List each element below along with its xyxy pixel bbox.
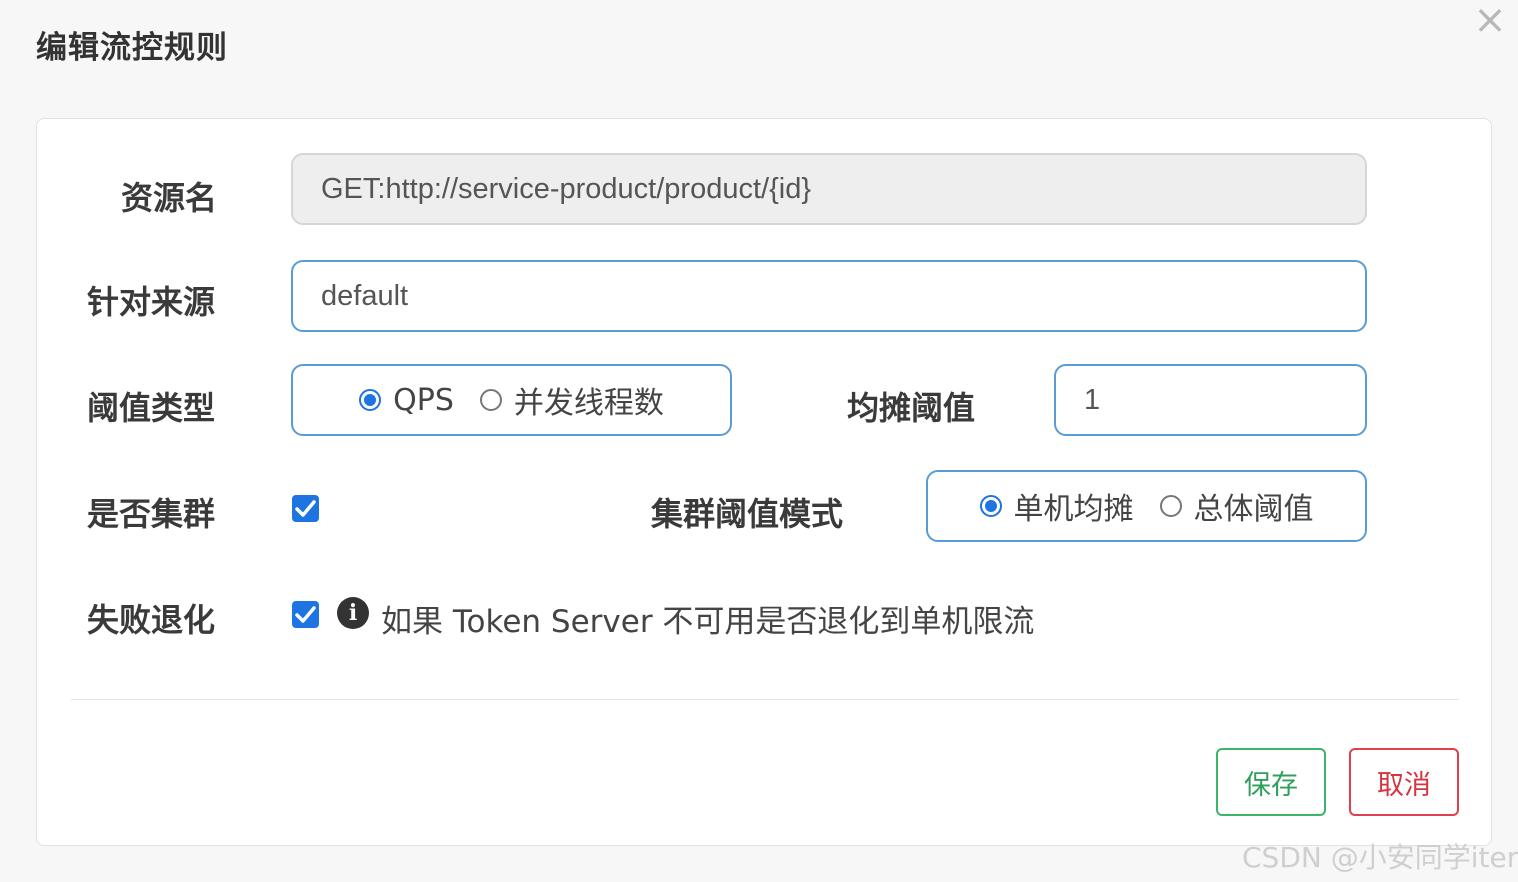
info-icon: i — [337, 597, 369, 629]
dialog-title: 编辑流控规则 — [36, 30, 228, 66]
radio-checked-icon — [979, 495, 1002, 517]
grade-option-qps[interactable]: QPS — [359, 383, 454, 418]
cluster-mode-option-label: 单机均摊 — [1013, 492, 1134, 527]
cluster-checkbox[interactable] — [292, 495, 319, 522]
limit-app-input[interactable]: default — [291, 260, 1367, 332]
fallback-hint: 如果 Token Server 不可用是否退化到单机限流 — [381, 604, 1035, 640]
resource-value: GET:http://service-product/product/{id} — [321, 172, 812, 205]
radio-checked-icon — [359, 389, 382, 411]
threshold-value: 1 — [1084, 383, 1101, 416]
grade-radio-group: QPS 并发线程数 — [291, 364, 732, 436]
cluster-mode-option-global[interactable]: 总体阈值 — [1159, 484, 1314, 528]
cluster-mode-option-label: 总体阈值 — [1193, 492, 1314, 527]
form-panel: 资源名 GET:http://service-product/product/{… — [36, 118, 1492, 846]
threshold-input[interactable]: 1 — [1054, 364, 1367, 436]
fallback-checkbox[interactable] — [292, 601, 319, 628]
check-icon — [295, 606, 316, 623]
radio-unchecked-icon — [1159, 495, 1182, 517]
check-icon — [295, 500, 316, 517]
limit-app-label: 针对来源 — [87, 283, 216, 321]
radio-unchecked-icon — [479, 389, 502, 411]
fallback-label: 失败退化 — [87, 601, 216, 639]
footer-divider — [71, 699, 1459, 700]
grade-option-label: 并发线程数 — [513, 386, 664, 421]
cluster-mode-label: 集群阈值模式 — [651, 495, 844, 533]
resource-label: 资源名 — [121, 179, 218, 217]
close-icon[interactable]: × — [1472, 0, 1508, 40]
cluster-mode-option-avg-local[interactable]: 单机均摊 — [979, 484, 1134, 528]
limit-app-value: default — [321, 279, 409, 312]
threshold-label: 均摊阈值 — [847, 389, 976, 427]
cancel-button[interactable]: 取消 — [1349, 748, 1459, 816]
watermark: CSDN @小安同学iter — [1242, 841, 1518, 874]
grade-option-label: QPS — [393, 382, 454, 418]
cluster-label: 是否集群 — [87, 495, 216, 533]
save-button[interactable]: 保存 — [1216, 748, 1326, 816]
grade-label: 阈值类型 — [87, 389, 216, 427]
grade-option-thread[interactable]: 并发线程数 — [479, 378, 664, 422]
edit-flow-rule-dialog: 编辑流控规则 × 资源名 GET:http://service-product/… — [0, 0, 1518, 882]
resource-input: GET:http://service-product/product/{id} — [291, 153, 1367, 225]
cluster-mode-radio-group: 单机均摊 总体阈值 — [926, 470, 1367, 542]
